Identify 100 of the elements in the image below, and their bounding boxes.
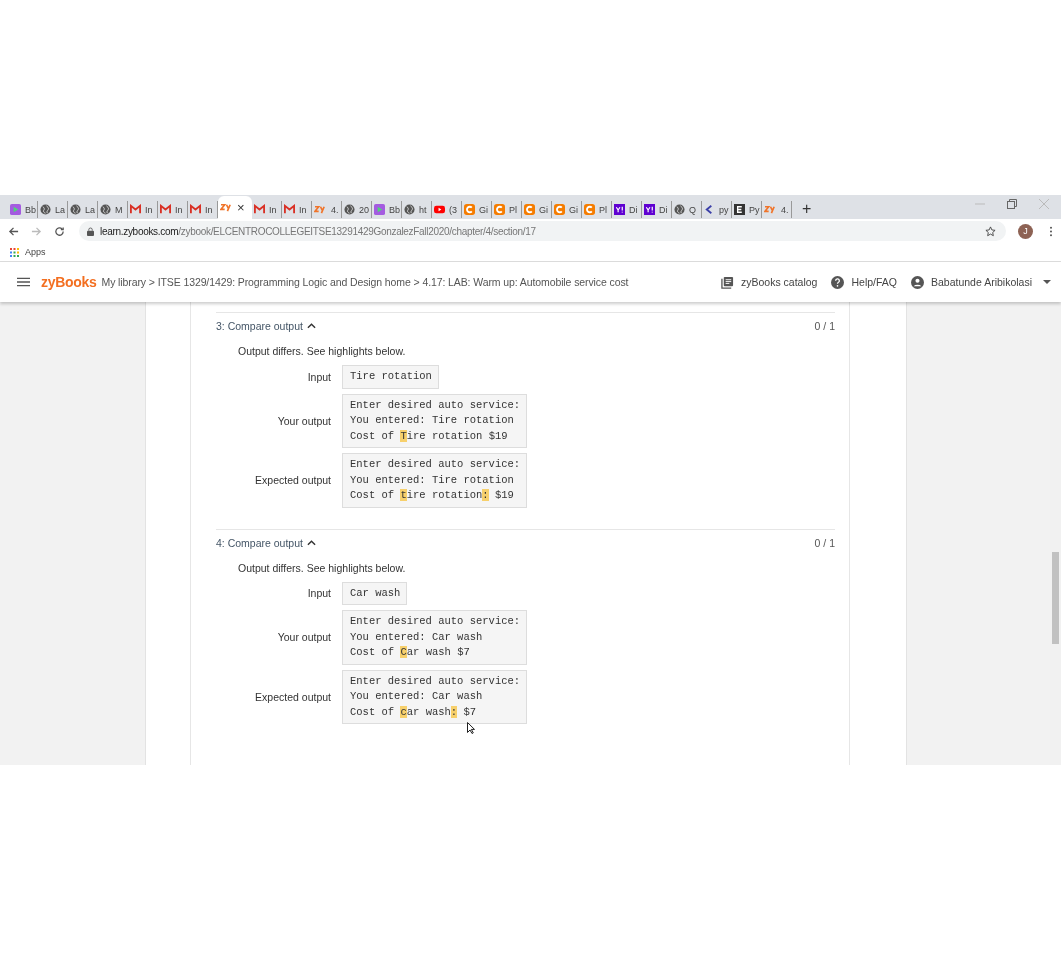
tab-title: In — [205, 204, 213, 215]
tab-title: Pl — [599, 204, 607, 215]
browser-tab[interactable]: Gi — [522, 201, 552, 218]
tab-title: La — [55, 204, 65, 215]
test-score: 0 / 1 — [814, 320, 835, 332]
tab-title: In — [145, 204, 153, 215]
user-icon — [911, 275, 924, 289]
browser-tab[interactable]: 4. — [312, 201, 342, 218]
restore-icon[interactable] — [1007, 199, 1017, 209]
help-link[interactable]: Help/FAQ — [831, 275, 897, 289]
browser-tab[interactable]: In — [128, 201, 158, 218]
browser-tab[interactable]: (3 — [432, 201, 462, 218]
browser-tab[interactable]: Bb — [8, 201, 38, 218]
chevron-icon — [704, 204, 715, 215]
bookmark-item[interactable]: Apps — [10, 247, 46, 257]
output-box: Enter desired auto service: You entered: Tire rotation Cost of tire rotation: $19 — [342, 453, 528, 508]
play-icon — [374, 204, 385, 215]
mail-icon — [284, 204, 295, 215]
mail-icon — [130, 204, 141, 215]
tab-title: M — [115, 204, 123, 215]
globe-icon — [40, 204, 51, 215]
caret-icon — [1043, 280, 1051, 284]
play-icon — [434, 204, 445, 215]
star-icon[interactable] — [985, 225, 996, 237]
tab-title: Pl — [509, 204, 517, 215]
result-message: Output differs. See highlights below. — [238, 561, 407, 574]
browser-tab[interactable]: M — [98, 201, 128, 218]
output-box: Tire rotation — [342, 365, 439, 389]
tab-title: Gi — [569, 204, 578, 215]
back-arrow-icon[interactable] — [8, 225, 19, 237]
tab-title: In — [299, 204, 307, 215]
browser-tab[interactable]: × — [218, 196, 252, 219]
breadcrumb-text: My library > ITSE 1329/1429: Programming Logic and Design home > 4.17: LAB: Warm up: Automobile service cost — [101, 276, 629, 288]
browser-tab[interactable]: In — [252, 201, 282, 218]
mail-icon — [254, 204, 265, 215]
apps-grid-icon — [10, 247, 19, 257]
tab-title: Di — [659, 204, 668, 215]
c-logo-icon — [584, 204, 595, 215]
tab-title: Py — [749, 204, 760, 215]
menu-icon[interactable] — [1049, 225, 1053, 237]
mail-icon — [160, 204, 171, 215]
profile-avatar[interactable]: J — [1018, 223, 1033, 239]
c-logo-icon — [464, 204, 475, 215]
test-title[interactable]: 3: Compare output — [216, 320, 303, 332]
c-logo-icon — [494, 204, 505, 215]
browser-tab[interactable]: py — [702, 201, 732, 218]
browser-tab[interactable]: 4. — [762, 201, 792, 218]
browser-tab[interactable]: 20 — [342, 201, 372, 218]
browser-tab[interactable]: Pl — [582, 201, 612, 218]
address-bar[interactable]: learn.zybooks.com/zybook/ELCENTROCOLLEGEITSE13291429GonzalezFall2020/chapter/4/section/17 — [79, 221, 1006, 241]
browser-tab[interactable]: ht — [402, 201, 432, 218]
test-score: 0 / 1 — [814, 536, 835, 549]
result-message: Output differs. See highlights below. — [238, 345, 407, 357]
browser-tab[interactable]: Gi — [552, 201, 582, 218]
tab-title: In — [269, 204, 277, 215]
tab-title: Gi — [479, 204, 488, 215]
tab-title: La — [85, 204, 95, 215]
reload-icon[interactable] — [54, 225, 65, 237]
browser-tab[interactable]: Gi — [462, 201, 492, 218]
close-tab-button[interactable]: × — [237, 201, 245, 214]
browser-tab[interactable]: Di — [612, 201, 642, 218]
browser-tab[interactable]: La — [68, 201, 98, 218]
output-label: Your output — [276, 631, 332, 644]
globe-icon — [674, 204, 685, 215]
tab-title: Q — [689, 204, 696, 215]
test-title[interactable]: 4: Compare output — [216, 536, 303, 549]
e-logo-icon — [734, 204, 745, 215]
browser-tab[interactable]: Bb — [372, 201, 402, 218]
globe-icon — [100, 204, 111, 215]
browser-tab[interactable]: Pl — [492, 201, 522, 218]
c-logo-icon — [554, 204, 565, 215]
chevron-up-icon[interactable] — [306, 539, 316, 546]
globe-icon — [70, 204, 81, 215]
output-box: Enter desired auto service: You entered: Car wash Cost of Car wash $7 — [342, 610, 528, 665]
tab-title: 20 — [359, 204, 369, 215]
lock-icon — [87, 226, 94, 236]
globe-icon — [344, 204, 355, 215]
tab-title: 4. — [781, 204, 789, 215]
output-label: Input — [306, 587, 332, 600]
catalog-link[interactable]: zyBooks catalog — [721, 275, 818, 289]
help-icon — [831, 275, 845, 289]
output-label: Expected output — [254, 690, 332, 703]
new-tab-button[interactable]: + — [802, 201, 812, 217]
tab-title: In — [175, 204, 183, 215]
browser-tab[interactable]: Py — [732, 201, 762, 218]
menu-icon[interactable] — [17, 277, 30, 287]
y-logo-icon — [644, 204, 655, 215]
browser-tab[interactable]: In — [282, 201, 312, 218]
chevron-up-icon[interactable] — [306, 323, 316, 329]
play-icon — [10, 204, 21, 215]
browser-tab[interactable]: In — [158, 201, 188, 218]
browser-tab[interactable]: Di — [642, 201, 672, 218]
y-logo-icon — [614, 204, 625, 215]
output-box: Car wash — [342, 581, 408, 605]
books-icon — [721, 275, 734, 289]
browser-tab[interactable]: Q — [672, 201, 702, 218]
browser-tab[interactable]: La — [38, 201, 68, 218]
output-label: Input — [306, 370, 332, 383]
output-label: Expected output — [254, 474, 332, 487]
user-menu[interactable]: Babatunde Aribikolasi — [911, 275, 1051, 289]
